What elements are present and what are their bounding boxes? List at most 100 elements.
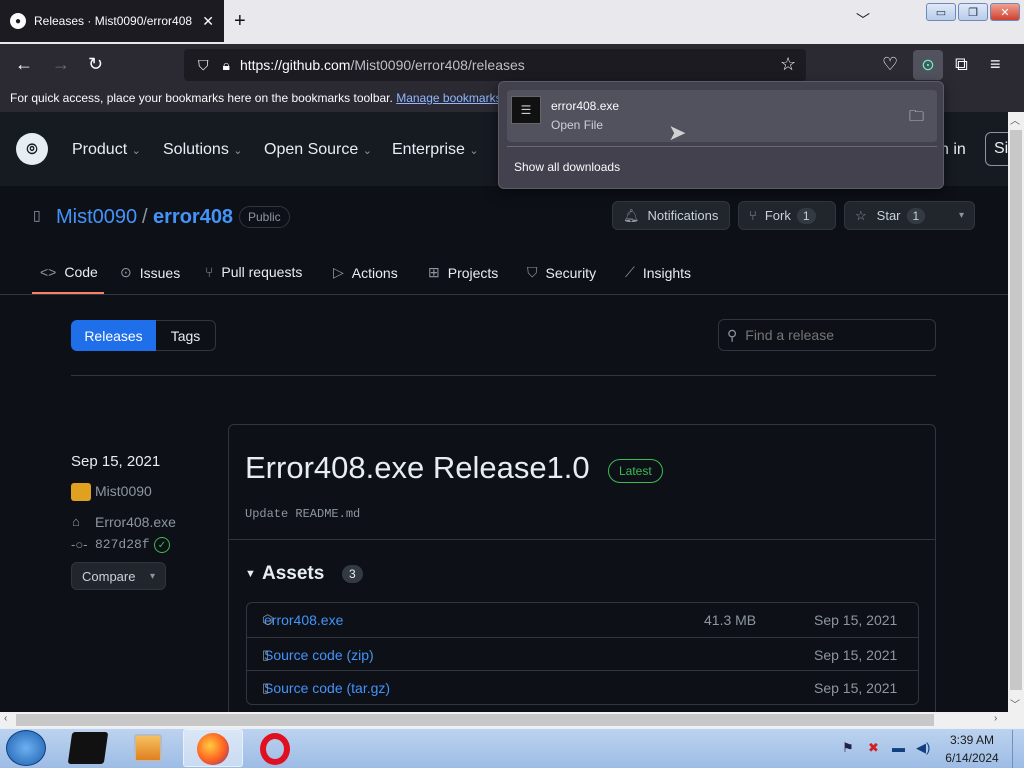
monitor-icon[interactable]: ▬ (892, 740, 905, 755)
compare-label: Compare (82, 568, 136, 584)
nav-enterprise[interactable]: Enterprise ⌄ (392, 141, 479, 159)
manage-bookmarks-link[interactable]: Manage bookmarks... (396, 91, 511, 105)
h-scrollbar-thumb[interactable] (16, 714, 934, 726)
commit-icon: -○- (71, 537, 88, 552)
show-all-downloads[interactable]: Show all downloads (514, 160, 620, 174)
file-zip-icon: ▯ (262, 646, 270, 662)
tab-projects[interactable]: ⊞ Projects (428, 264, 498, 281)
star-dropdown-icon[interactable]: ▾ (959, 210, 964, 221)
scrollbar-thumb[interactable] (1010, 130, 1022, 690)
assets-toggle-icon[interactable]: ▼ (245, 568, 256, 580)
scroll-down-icon[interactable]: ﹀ (1010, 696, 1020, 711)
url-host: https://github.com (239, 57, 351, 73)
tab-pull-requests[interactable]: ⑂ Pull requests (205, 264, 302, 280)
back-icon[interactable]: ← (15, 54, 33, 75)
search-icon: ⚲ (727, 326, 738, 343)
close-window-button[interactable]: ✕ (990, 3, 1020, 21)
scroll-left-icon[interactable]: ‹ (4, 713, 7, 724)
asset-date: Sep 15, 2021 (814, 612, 898, 628)
repo-name-link[interactable]: error408 (153, 206, 233, 229)
pocket-icon[interactable]: ♡ (882, 54, 898, 75)
horizontal-scrollbar[interactable]: ‹ › (0, 712, 1024, 728)
volume-icon[interactable]: ◀) (916, 740, 930, 756)
address-bar[interactable]: ⛉ 🔒︎ https://github.com/Mist0090/error40… (184, 49, 806, 81)
tab-code-label: Code (64, 264, 98, 280)
opera-icon[interactable] (260, 733, 290, 765)
asset-name[interactable]: Source code (zip) (264, 647, 704, 663)
tab-actions-label: Actions (351, 264, 398, 281)
star-button[interactable]: ☆ Star 1 ▾ (844, 201, 975, 230)
menu-icon[interactable]: ≡ (990, 54, 1001, 75)
download-item[interactable]: ☰ error408.exe Open File 🗀 (507, 90, 937, 142)
chevron-down-icon: ▾ (149, 570, 155, 582)
repo-icon: ▯ (33, 207, 41, 223)
nav-open-source[interactable]: Open Source ⌄ (264, 141, 372, 159)
downloads-icon[interactable]: ⊙ (913, 50, 943, 80)
nav-product[interactable]: Product ⌄ (72, 141, 141, 159)
url-path: /Mist0090/error408/releases (350, 57, 525, 73)
section-divider (71, 375, 936, 376)
asset-name[interactable]: error408.exe (264, 612, 704, 628)
tab-projects-label: Projects (447, 264, 499, 281)
compare-button[interactable]: Compare ▾ (71, 562, 166, 590)
bookmark-star-icon[interactable]: ☆ (780, 54, 796, 75)
scroll-up-icon[interactable]: ︿ (1010, 112, 1020, 127)
tab-actions[interactable]: ▷ Actions (333, 264, 398, 281)
release-author[interactable]: Mist0090 (95, 483, 152, 499)
maximize-button[interactable]: ❐ (958, 3, 988, 21)
find-release-field[interactable]: ⚲ (718, 319, 936, 351)
mouse-cursor-icon: ➤ (668, 120, 687, 145)
downloads-panel: ☰ error408.exe Open File 🗀 Show all down… (498, 81, 944, 189)
show-desktop-button[interactable] (1012, 730, 1024, 768)
releases-toggle[interactable]: Releases (71, 320, 156, 351)
find-release-input[interactable] (745, 327, 916, 343)
nav-solutions[interactable]: Solutions ⌄ (163, 141, 243, 159)
network-error-icon[interactable]: ✖ (868, 740, 879, 756)
scroll-right-icon[interactable]: › (994, 713, 997, 724)
tab-issues[interactable]: ⊙ Issues (120, 264, 180, 281)
tab-security[interactable]: ⛉ Security (527, 264, 596, 281)
shield-icon[interactable]: ⛉ (198, 57, 209, 74)
tab-title: Releases · Mist0090/error408 (34, 14, 193, 28)
fork-button[interactable]: ⑂ Fork 1 (738, 201, 836, 230)
issues-icon: ⊙ (120, 264, 132, 280)
lock-icon[interactable]: 🔒︎ (223, 57, 230, 74)
release-commit[interactable]: 827d28f (95, 537, 150, 552)
tab-close-icon[interactable]: ✕ (202, 13, 214, 30)
browser-tab[interactable]: ● Releases · Mist0090/error408 ✕ (0, 0, 224, 42)
media-player-icon[interactable] (134, 734, 162, 762)
clock-time[interactable]: 3:39 AM (946, 733, 998, 747)
start-button[interactable] (6, 730, 46, 766)
tab-security-label: Security (545, 264, 597, 281)
tag-icon: ⌂ (72, 514, 80, 529)
verified-check-icon: ✓ (154, 537, 170, 553)
forward-icon[interactable]: → (52, 54, 70, 75)
tags-toggle[interactable]: Tags (156, 320, 216, 351)
fork-count: 1 (796, 207, 816, 224)
tab-code[interactable]: <> Code (40, 264, 98, 280)
asset-name[interactable]: Source code (tar.gz) (264, 680, 704, 696)
reload-icon[interactable]: ↻ (88, 54, 103, 75)
list-all-tabs-icon[interactable]: ﹀ (856, 10, 870, 30)
star-label: Star (876, 208, 901, 223)
vertical-scrollbar[interactable]: ︿ ﹀ (1008, 112, 1024, 712)
asset-row: ▯ Source code (tar.gz) Sep 15, 2021 (246, 670, 918, 704)
release-title[interactable]: Error408.exe Release1.0 (245, 450, 590, 486)
repo-separator: / (142, 206, 148, 228)
notifications-button[interactable]: 🔔︎ Notifications (612, 201, 730, 230)
avatar[interactable] (71, 483, 91, 501)
repo-owner-link[interactable]: Mist0090 (56, 206, 137, 229)
chevron-down-icon: ⌄ (233, 145, 243, 157)
new-tab-button[interactable]: + (234, 10, 246, 33)
clock-date[interactable]: 6/14/2024 (944, 751, 1000, 765)
release-tag[interactable]: Error408.exe (95, 514, 176, 530)
folder-icon[interactable]: 🗀 (909, 106, 924, 131)
extensions-icon[interactable]: ⧉ (955, 54, 968, 75)
tab-insights[interactable]: ⟋ Insights (625, 264, 691, 281)
minimize-button[interactable]: ▭ (926, 3, 956, 21)
flag-icon[interactable]: ⚑ (842, 740, 854, 756)
github-logo-icon[interactable]: ⌾ (16, 133, 48, 165)
release-divider (229, 539, 935, 540)
graph-icon: ⟋ (625, 264, 635, 280)
terminal-app-icon[interactable] (67, 732, 109, 764)
